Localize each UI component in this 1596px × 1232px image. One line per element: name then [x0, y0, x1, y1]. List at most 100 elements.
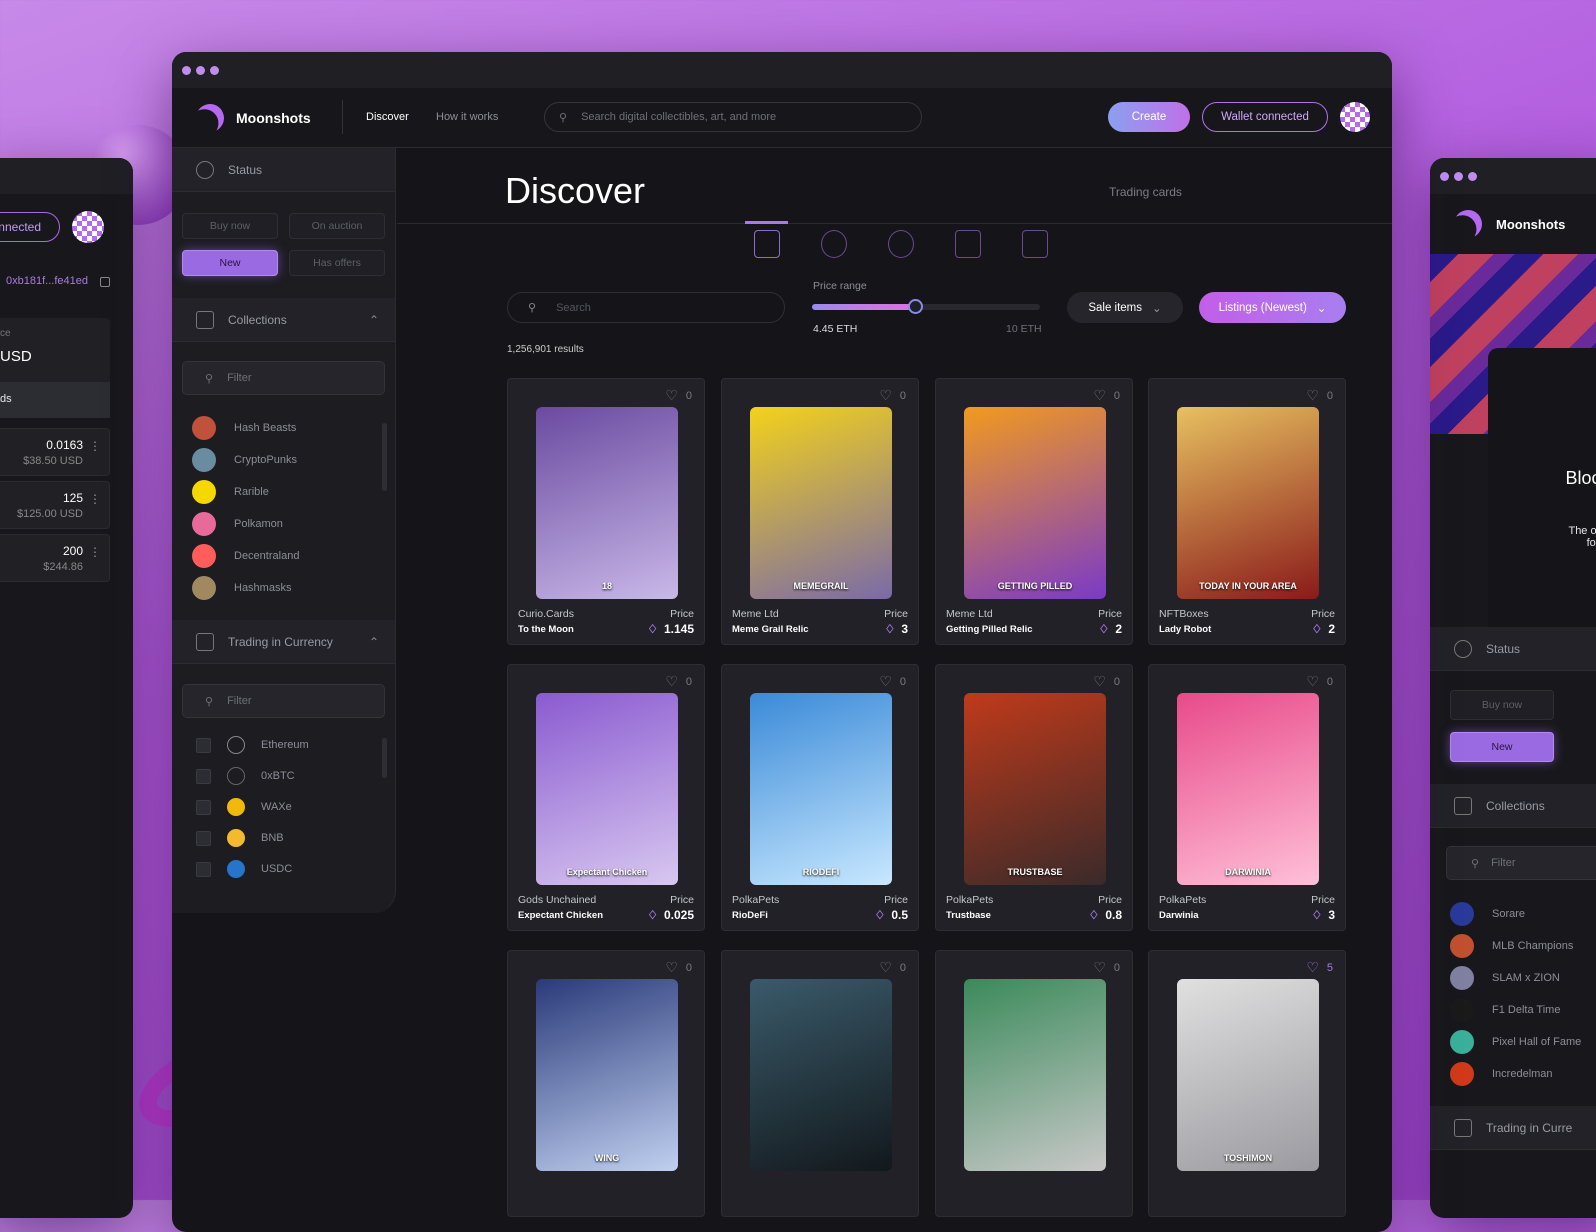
wallet-button[interactable]: nnected	[0, 212, 60, 242]
status-heading[interactable]: Status	[1486, 642, 1520, 656]
checkbox[interactable]	[196, 799, 211, 815]
card-collection[interactable]: PolkaPets	[946, 894, 993, 906]
nft-card[interactable]: ♡ 0 MEMEGRAIL Meme Ltd Meme Grail Relic P…	[721, 378, 919, 645]
like-button[interactable]: ♡ 0	[665, 387, 692, 404]
chip-new[interactable]: New	[182, 250, 278, 276]
sports-ball-icon[interactable]	[888, 230, 914, 258]
card-collection[interactable]: Meme Ltd	[946, 608, 993, 620]
like-button[interactable]: ♡ 0	[665, 673, 692, 690]
nav-how-it-works[interactable]: How it works	[436, 111, 498, 123]
card-collection[interactable]: PolkaPets	[732, 894, 779, 906]
card-title[interactable]: To the Moon	[518, 624, 574, 635]
card-title[interactable]: Darwinia	[1159, 910, 1199, 921]
more-icon[interactable]: ⋮	[89, 493, 101, 505]
avatar[interactable]	[1340, 102, 1370, 132]
collection-item[interactable]: MLB Champions	[1450, 934, 1573, 958]
cards-icon[interactable]	[754, 230, 780, 258]
like-button[interactable]: ♡ 0	[1093, 387, 1120, 404]
nft-card[interactable]: ♡ 0 GETTING PILLED Meme Ltd Getting Pille…	[935, 378, 1133, 645]
landscape-icon[interactable]	[1022, 230, 1048, 258]
card-collection[interactable]: Meme Ltd	[732, 608, 779, 620]
like-button[interactable]: ♡ 0	[1093, 673, 1120, 690]
checkbox[interactable]	[196, 768, 211, 784]
search-input[interactable]: ⚲ Search	[507, 292, 785, 323]
checkbox[interactable]	[196, 830, 211, 846]
nft-card[interactable]: ♡ 0 RIODEFI PolkaPets RioDeFi Price ♢ 0.5	[721, 664, 919, 931]
palette-icon[interactable]	[821, 230, 847, 258]
tab-trading-cards[interactable]: Trading cards	[1109, 185, 1182, 199]
collection-item[interactable]: Polkamon	[192, 512, 283, 536]
price-slider[interactable]	[812, 299, 1040, 314]
card-collection[interactable]: Curio.Cards	[518, 608, 574, 620]
currency-item[interactable]: WAXe	[196, 798, 292, 816]
price-slider-handle[interactable]	[907, 299, 923, 314]
collection-item[interactable]: Decentraland	[192, 544, 299, 568]
global-search[interactable]: ⚲ Search digital collectibles, art, and m…	[544, 102, 922, 132]
collection-item[interactable]: Incredelman	[1450, 1062, 1553, 1086]
collection-item[interactable]: CryptoPunks	[192, 448, 297, 472]
chip-buy-now[interactable]: Buy now	[1450, 690, 1554, 720]
sale-items-dropdown[interactable]: Sale items ⌄	[1067, 292, 1183, 323]
filter-input[interactable]: ⚲ Filter	[1446, 846, 1596, 880]
currency-item[interactable]: 0xBTC	[196, 767, 295, 785]
collection-item[interactable]: F1 Delta Time	[1450, 998, 1560, 1022]
checkbox[interactable]	[196, 861, 211, 877]
chip-buy-now[interactable]: Buy now	[182, 213, 278, 239]
card-title[interactable]: Expectant Chicken	[518, 910, 603, 921]
like-button[interactable]: ♡ 0	[1093, 959, 1120, 976]
token-row[interactable]: 0.0163 $38.50 USD ⋮	[0, 428, 110, 476]
nft-card[interactable]: ♡ 0 18 Curio.Cards To the Moon Price ♢ 1.1…	[507, 378, 705, 645]
nft-card[interactable]: ♡ 0	[721, 950, 919, 1217]
card-title[interactable]: Lady Robot	[1159, 624, 1211, 635]
collection-item[interactable]: Pixel Hall of Fame	[1450, 1030, 1581, 1054]
scrollbar[interactable]	[382, 423, 387, 491]
token-row[interactable]: 125 $125.00 USD ⋮	[0, 481, 110, 529]
collection-item[interactable]: Hashmasks	[192, 576, 291, 600]
nft-card[interactable]: ♡ 5 TOSHIMON	[1148, 950, 1346, 1217]
create-button[interactable]: Create	[1108, 102, 1190, 132]
trophy-icon[interactable]	[955, 230, 981, 258]
more-icon[interactable]: ⋮	[89, 546, 101, 558]
nft-card[interactable]: ♡ 0 TRUSTBASE PolkaPets Trustbase Price ♢…	[935, 664, 1133, 931]
tab-cards[interactable]: ds	[0, 393, 12, 405]
nft-card[interactable]: ♡ 0	[935, 950, 1133, 1217]
nft-card[interactable]: ♡ 0 TODAY IN YOUR AREA NFTBoxes Lady Robo…	[1148, 378, 1346, 645]
collection-item[interactable]: Rarible	[192, 480, 269, 504]
wallet-button[interactable]: Wallet connected	[1202, 102, 1328, 132]
collection-item[interactable]: SLAM x ZION	[1450, 966, 1560, 990]
nft-card[interactable]: ♡ 0 DARWINIA PolkaPets Darwinia Price ♢ 3	[1148, 664, 1346, 931]
like-button[interactable]: ♡ 0	[1306, 673, 1333, 690]
currency-filter-input[interactable]: ⚲ Filter	[182, 684, 385, 718]
scrollbar[interactable]	[382, 738, 387, 778]
currency-item[interactable]: Ethereum	[196, 736, 309, 754]
token-row[interactable]: 200 $244.86 ⋮	[0, 534, 110, 582]
more-icon[interactable]: ⋮	[89, 440, 101, 452]
collections-heading[interactable]: Collections	[1486, 799, 1545, 813]
like-button[interactable]: ♡ 0	[879, 959, 906, 976]
like-button[interactable]: ♡ 0	[879, 387, 906, 404]
status-heading[interactable]: Status	[228, 163, 262, 177]
collection-item[interactable]: Hash Beasts	[192, 416, 296, 440]
copy-icon[interactable]	[100, 277, 110, 287]
card-title[interactable]: Meme Grail Relic	[732, 624, 809, 635]
chevron-up-icon[interactable]: ⌃	[369, 313, 379, 327]
chip-on-auction[interactable]: On auction	[289, 213, 385, 239]
card-title[interactable]: RioDeFi	[732, 910, 768, 921]
chevron-up-icon[interactable]: ⌃	[369, 635, 379, 649]
checkbox[interactable]	[196, 737, 211, 753]
like-button[interactable]: ♡ 5	[1306, 959, 1333, 976]
card-title[interactable]: Trustbase	[946, 910, 991, 921]
sort-dropdown[interactable]: Listings (Newest) ⌄	[1199, 292, 1346, 323]
collections-filter-input[interactable]: ⚲ Filter	[182, 361, 385, 395]
card-collection[interactable]: Gods Unchained	[518, 894, 596, 906]
nft-card[interactable]: ♡ 0 Expectant Chicken Gods Unchained Expe…	[507, 664, 705, 931]
card-collection[interactable]: NFTBoxes	[1159, 608, 1209, 620]
collection-item[interactable]: Sorare	[1450, 902, 1525, 926]
like-button[interactable]: ♡ 0	[879, 673, 906, 690]
like-button[interactable]: ♡ 0	[665, 959, 692, 976]
chip-new[interactable]: New	[1450, 732, 1554, 762]
currency-item[interactable]: BNB	[196, 829, 284, 847]
card-title[interactable]: Getting Pilled Relic	[946, 624, 1033, 635]
nft-card[interactable]: ♡ 0 WING	[507, 950, 705, 1217]
app-name[interactable]: Moonshots	[236, 110, 311, 126]
